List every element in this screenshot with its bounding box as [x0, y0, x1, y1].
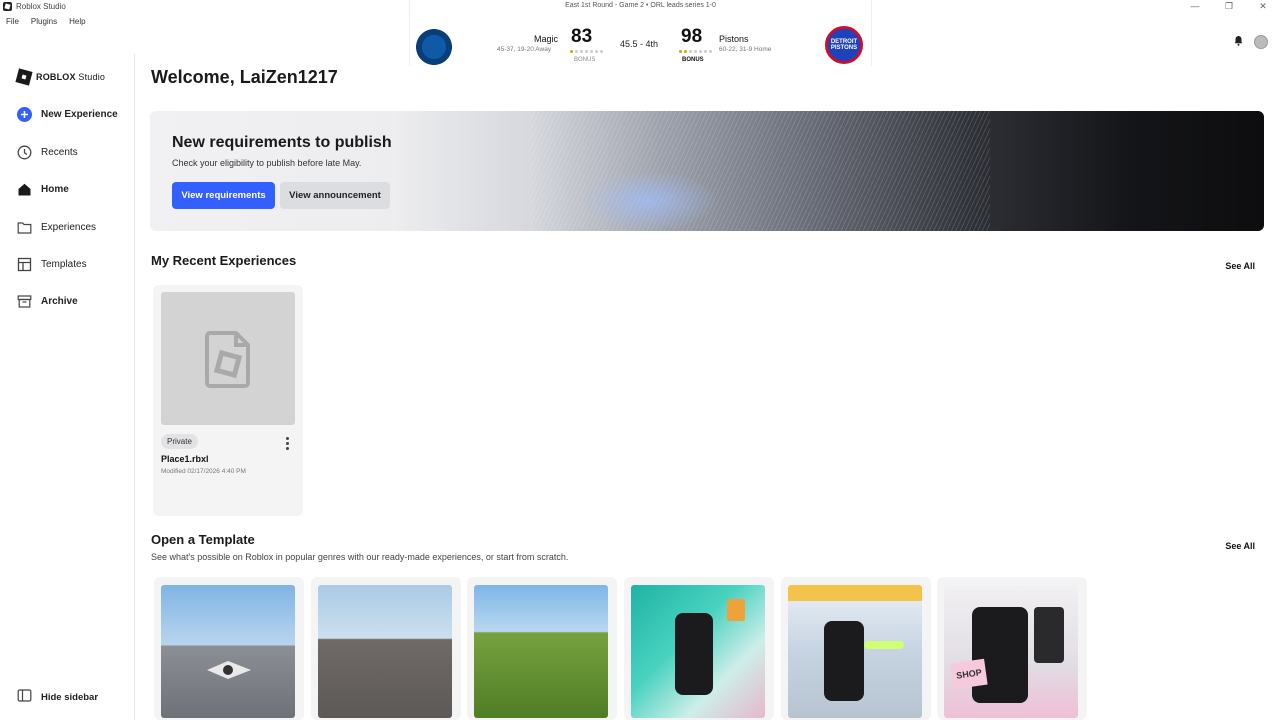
- template-card-baseplate[interactable]: [154, 577, 304, 720]
- sidebar-item-recents[interactable]: Recents: [17, 145, 78, 160]
- away-timeouts: [570, 50, 603, 53]
- sidebar-item-new-experience[interactable]: New Experience: [17, 107, 118, 122]
- sidebar-toggle-icon: [17, 688, 32, 706]
- logo-brand: ROBLOX: [36, 72, 76, 82]
- templates-subtitle: See what's possible on Roblox in popular…: [151, 552, 569, 562]
- template-thumbnail: [161, 585, 295, 718]
- clock-icon: [17, 145, 32, 160]
- experience-thumbnail: [161, 292, 295, 425]
- template-card-fighting[interactable]: [781, 577, 931, 720]
- home-bonus: BONUS: [682, 57, 704, 63]
- hide-sidebar-label: Hide sidebar: [41, 691, 99, 703]
- view-requirements-button[interactable]: View requirements: [172, 182, 275, 209]
- ceiling-stripe: [788, 585, 922, 601]
- sidebar-item-home[interactable]: Home: [17, 182, 69, 197]
- roblox-studio-app-icon: [3, 2, 12, 11]
- top-right-toolbar: [1233, 33, 1268, 51]
- menu-help[interactable]: Help: [63, 15, 91, 29]
- roblox-studio-logo[interactable]: ROBLOX Studio: [15, 68, 106, 86]
- pistons-logo-text: DETROIT PISTONS: [830, 39, 858, 51]
- home-timeouts: [679, 50, 712, 53]
- banner-glow-graphic: [580, 171, 720, 231]
- file-placeholder-icon: [205, 330, 250, 388]
- banner-text: Check your eligibility to publish before…: [172, 158, 362, 168]
- experience-modified: Modified 02/17/2026 4:40 PM: [161, 468, 246, 475]
- view-announcement-button[interactable]: View announcement: [280, 182, 390, 209]
- away-team-record: 45-37, 19-20 Away: [497, 46, 552, 53]
- archive-icon: [17, 294, 32, 309]
- hide-sidebar-button[interactable]: Hide sidebar: [17, 688, 98, 706]
- template-thumbnail: [788, 585, 922, 718]
- sidebar-item-experiences[interactable]: Experiences: [17, 220, 96, 235]
- sidebar-item-label: New Experience: [41, 109, 118, 120]
- window-controls: — ❐ ✕: [1178, 0, 1280, 14]
- away-team-name: Magic: [534, 34, 559, 44]
- template-thumbnail: [318, 585, 452, 718]
- clothing-rack: [1034, 607, 1064, 663]
- template-thumbnail: [474, 585, 608, 718]
- templates-title: Open a Template: [151, 532, 255, 547]
- sidebar-item-templates[interactable]: Templates: [17, 257, 87, 272]
- shop-bag: SHOP: [950, 658, 988, 690]
- sidebar-item-label: Recents: [41, 147, 78, 158]
- experience-name: Place1.rbxl: [161, 454, 209, 464]
- notification-bell-icon[interactable]: [1233, 33, 1244, 51]
- sidebar-item-label: Archive: [41, 296, 78, 307]
- game-period: 45.5 - 4th: [620, 39, 659, 49]
- template-icon: [17, 257, 32, 272]
- sidebar-item-archive[interactable]: Archive: [17, 294, 78, 309]
- home-score: 98: [681, 26, 703, 47]
- publish-requirements-banner: New requirements to publish Check your e…: [150, 111, 1264, 231]
- home-icon: [17, 182, 32, 197]
- menu-bar: File Plugins Help: [0, 15, 92, 29]
- avatar-character: [972, 607, 1028, 703]
- avatar-character: [675, 613, 713, 695]
- window-title: Roblox Studio: [16, 2, 66, 11]
- welcome-heading: Welcome, LaiZen1217: [151, 67, 338, 87]
- maximize-button[interactable]: ❐: [1212, 0, 1246, 14]
- template-card-obby[interactable]: [624, 577, 774, 720]
- experience-card[interactable]: Private Place1.rbxl Modified 02/17/2026 …: [153, 285, 303, 516]
- recent-experiences-title: My Recent Experiences: [151, 253, 297, 268]
- template-thumbnail: SHOP: [944, 585, 1078, 718]
- template-card-shop[interactable]: SHOP: [937, 577, 1087, 720]
- template-card-grass-terrain[interactable]: [467, 577, 617, 720]
- sidebar: ROBLOX Studio New Experience Recents Hom…: [0, 54, 135, 720]
- home-team-name: Pistons: [719, 34, 749, 44]
- scoreboard-header: East 1st Round - Game 2 • ORL leads seri…: [565, 2, 716, 9]
- templates-see-all-link[interactable]: See All: [1225, 541, 1255, 551]
- pistons-logo-icon: DETROIT PISTONS: [825, 26, 863, 64]
- home-team-record: 60-22, 31-9 Home: [719, 46, 772, 53]
- sidebar-item-label: Templates: [41, 259, 87, 270]
- template-card-flat-terrain[interactable]: [311, 577, 461, 720]
- logo-product: Studio: [78, 72, 106, 82]
- minimize-button[interactable]: —: [1178, 0, 1212, 14]
- banner-title: New requirements to publish: [172, 134, 392, 151]
- avatar-character: [824, 621, 864, 701]
- away-bonus: BONUS: [574, 57, 596, 63]
- privacy-badge: Private: [161, 434, 198, 449]
- away-score: 83: [571, 26, 593, 47]
- energy-blast: [864, 641, 904, 649]
- template-thumbnail: [631, 585, 765, 718]
- magic-logo-icon: [413, 26, 455, 68]
- more-options-icon[interactable]: [285, 437, 289, 450]
- user-avatar[interactable]: [1254, 35, 1268, 49]
- recent-see-all-link[interactable]: See All: [1225, 261, 1255, 271]
- sidebar-item-label: Home: [41, 184, 69, 195]
- menu-file[interactable]: File: [0, 15, 25, 29]
- folder-icon: [17, 220, 32, 235]
- menu-plugins[interactable]: Plugins: [25, 15, 63, 29]
- close-button[interactable]: ✕: [1246, 0, 1280, 14]
- plus-circle-icon: [17, 107, 32, 122]
- scoreboard-widget[interactable]: East 1st Round - Game 2 • ORL leads seri…: [409, 0, 872, 68]
- roblox-logo-icon: [15, 68, 33, 86]
- sidebar-item-label: Experiences: [41, 222, 97, 233]
- checkpoint-sign: [727, 599, 745, 621]
